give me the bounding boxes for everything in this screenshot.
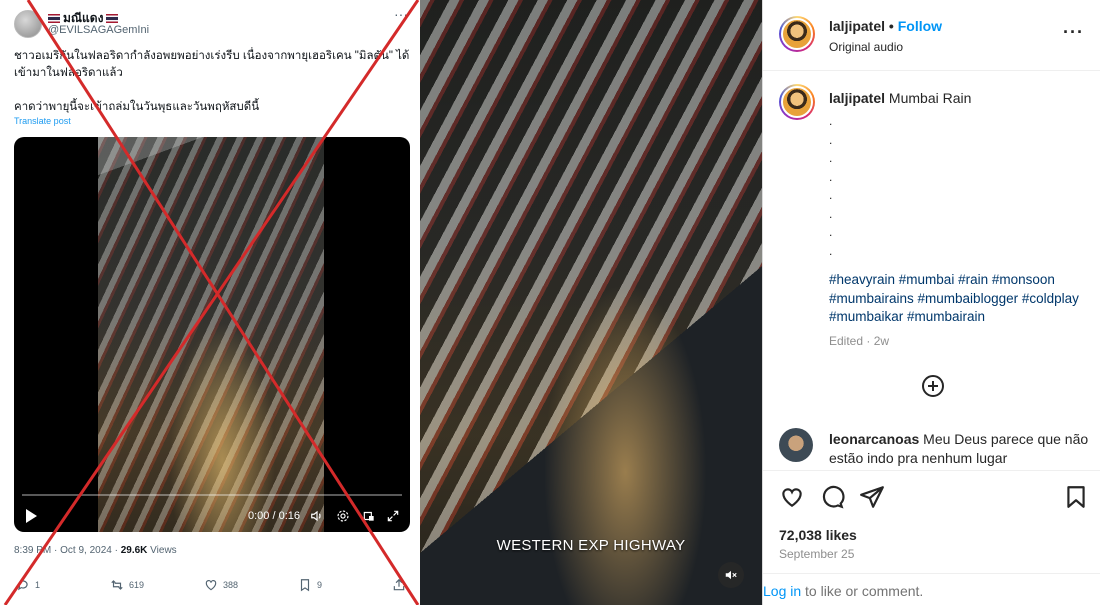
ig-login-prompt: Log in to like or comment. <box>763 583 923 599</box>
ig-username[interactable]: laljipatel <box>829 18 885 34</box>
like-count: 388 <box>223 580 239 590</box>
reply-icon <box>18 580 28 591</box>
send-icon[interactable] <box>859 484 885 510</box>
divider <box>763 573 1100 574</box>
video-progress-bar[interactable] <box>22 494 402 496</box>
login-link[interactable]: Log in <box>763 583 801 599</box>
thai-flag-icon <box>48 14 60 23</box>
translate-post-link[interactable]: Translate post <box>14 116 71 126</box>
tweet-meta: 8:39 PM · Oct 9, 2024 · 29.6K Views <box>14 545 177 556</box>
bookmark-count: 9 <box>317 580 323 590</box>
share-icon <box>393 578 405 591</box>
caption-dot: . <box>829 206 833 221</box>
tweet-action-bar: 1 619 388 9 <box>14 578 410 596</box>
tweet-post: มณีแดง @EVILSAGAGemIni ··· ชาวอเมริกันใน… <box>0 0 420 605</box>
repost-count: 619 <box>129 580 145 590</box>
instagram-post-panel: laljipatel • Follow Original audio ··· l… <box>762 0 1100 605</box>
tweet-views-count: 29.6K <box>120 545 148 556</box>
bookmark-button[interactable]: 9 <box>298 578 322 592</box>
tweet-video-player[interactable]: 0:00 / 0:16 <box>14 137 410 532</box>
settings-icon[interactable] <box>336 509 350 523</box>
ig-comment: leonarcanoas Meu Deus parece que não est… <box>829 430 1091 468</box>
fullscreen-icon[interactable] <box>386 509 400 523</box>
tweet-text: ชาวอเมริกันในฟลอริดากำลังอพยพอย่างเร่งรี… <box>14 48 410 133</box>
ig-caption: laljipatel Mumbai Rain <box>829 90 971 106</box>
caption-dot: . <box>829 225 833 239</box>
ig-header-user: laljipatel • Follow <box>829 18 942 34</box>
heart-icon[interactable] <box>779 484 805 510</box>
caption-dot: . <box>829 132 833 147</box>
video-time: 0:00 / 0:16 <box>248 510 300 522</box>
tweet-timestamp[interactable]: 8:39 PM · Oct 9, 2024 · <box>14 545 121 556</box>
caption-dot: . <box>829 169 833 184</box>
ig-separator: • <box>888 18 894 34</box>
ig-more-dots-icon[interactable]: ··· <box>1063 22 1084 43</box>
ig-audio-link[interactable]: Original audio <box>829 40 903 54</box>
login-prompt-text: to like or comment. <box>801 583 924 599</box>
thai-flag-icon <box>106 14 119 23</box>
follow-button[interactable]: Follow <box>898 18 942 34</box>
caption-dot: . <box>829 114 833 128</box>
caption-dot: . <box>829 188 833 202</box>
ig-edited-label: Edited · 2w <box>829 334 890 348</box>
tweet-text-line: คาดว่าพายุนี้จะเข้าถล่มในวันพุธและวันพฤห… <box>14 101 260 113</box>
ig-author-avatar[interactable] <box>779 16 815 52</box>
volume-icon[interactable] <box>310 509 324 523</box>
ig-action-bar <box>779 484 1085 510</box>
ig-caption-text: Mumbai Rain <box>885 90 972 106</box>
pip-icon[interactable] <box>362 509 376 523</box>
ig-comment-username[interactable]: leonarcanoas <box>829 431 919 447</box>
like-button[interactable]: 388 <box>204 578 238 592</box>
play-icon[interactable] <box>26 509 37 523</box>
divider <box>763 470 1100 471</box>
plus-circle-icon[interactable] <box>921 374 945 398</box>
ig-caption-dots: . . . . . . . . <box>829 112 832 260</box>
ig-caption-avatar[interactable] <box>779 84 815 120</box>
reply-count: 1 <box>35 580 41 590</box>
caption-dot: . <box>829 243 833 258</box>
caption-dot: . <box>829 151 833 165</box>
ig-post-date: September 25 <box>779 547 855 561</box>
ig-caption-username[interactable]: laljipatel <box>829 90 885 106</box>
ig-hashtags[interactable]: #heavyrain #mumbai #rain #monsoon #mumba… <box>829 271 1091 327</box>
ig-like-count[interactable]: 72,038 likes <box>779 527 857 543</box>
tweet-more-dots-icon[interactable]: ··· <box>394 6 408 22</box>
save-icon[interactable] <box>1063 484 1089 510</box>
tweet-text-line: ชาวอเมริกันในฟลอริดากำลังอพยพอย่างเร่งรี… <box>14 50 410 79</box>
mute-button[interactable] <box>718 562 744 588</box>
mute-icon <box>725 570 737 580</box>
reel-video-frame[interactable]: WESTERN EXP HIGHWAY <box>420 0 762 605</box>
comment-icon[interactable] <box>819 484 845 510</box>
share-button[interactable] <box>392 578 406 592</box>
tweet-handle[interactable]: @EVILSAGAGemIni <box>48 24 149 36</box>
ig-commenter-avatar[interactable] <box>779 428 813 462</box>
like-icon <box>205 580 217 591</box>
reply-button[interactable]: 1 <box>16 578 40 592</box>
bookmark-icon <box>300 579 310 592</box>
repost-button[interactable]: 619 <box>110 578 144 592</box>
tweet-avatar[interactable] <box>14 10 42 38</box>
tweet-views-label: Views <box>147 545 177 556</box>
tweet-video-frame <box>98 137 324 532</box>
divider <box>763 70 1100 71</box>
repost-icon <box>111 580 123 590</box>
reel-caption: WESTERN EXP HIGHWAY <box>496 537 686 554</box>
